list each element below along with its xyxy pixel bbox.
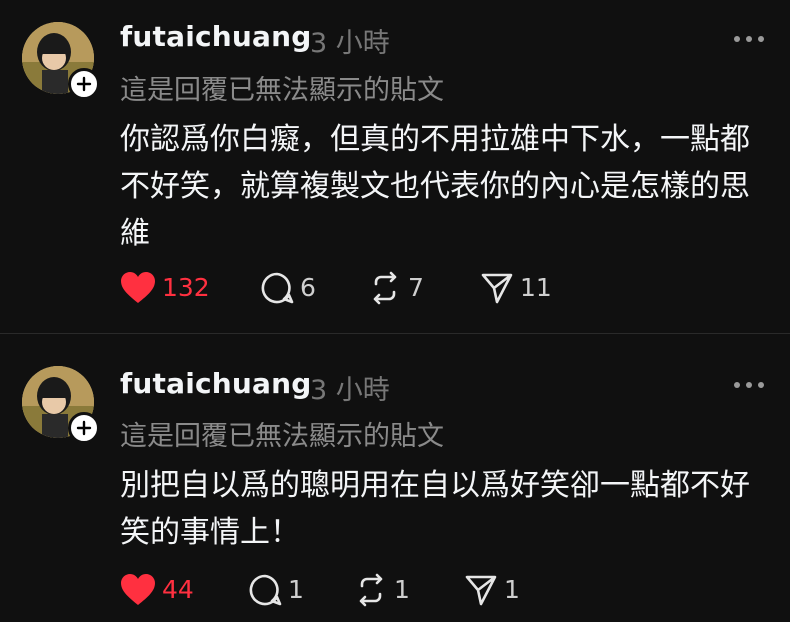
comment-icon [261,272,294,304]
more-icon-dot [734,382,740,388]
like-button[interactable]: 132 [120,268,210,308]
heart-icon [121,272,155,303]
plus-icon [76,420,92,436]
username[interactable]: futaichuang [120,20,312,53]
share-icon [465,575,497,606]
share-count: 1 [504,575,520,604]
post-text: 別把自以爲的聰明用在自以爲好笑卻一點都不好笑的事情上！ [120,468,750,550]
reply-post: futaichuang 3 小時 這是回覆已無法顯示的貼文 別把自以爲的聰明用在… [0,334,790,622]
share-count: 11 [520,273,552,302]
avatar-container[interactable] [22,22,100,100]
like-count: 132 [162,273,210,302]
share-icon [481,273,513,304]
comment-button[interactable]: 6 [260,268,316,308]
more-icon-dot [758,382,764,388]
more-button[interactable] [734,380,764,390]
repost-button[interactable]: 7 [368,268,424,308]
post-time[interactable]: 3 小時 [310,368,390,407]
share-button[interactable]: 11 [480,268,552,308]
more-icon-dot [746,382,752,388]
hidden-post-note[interactable]: 這是回覆已無法顯示的貼文 [120,414,444,453]
repost-icon [359,573,383,607]
action-bar: 132 6 7 11 [120,268,580,308]
like-count: 44 [162,575,194,604]
avatar-container[interactable] [22,366,100,444]
post-time[interactable]: 3 小時 [310,21,390,60]
repost-count: 1 [394,575,410,604]
comment-count: 6 [300,273,316,302]
like-button[interactable]: 44 [120,570,194,610]
more-icon-dot [758,36,764,42]
follow-button[interactable] [68,68,100,100]
repost-icon [373,271,397,305]
comment-icon [249,574,282,606]
action-bar: 44 1 1 1 [120,570,540,610]
more-button[interactable] [734,34,764,44]
heart-icon [121,574,155,605]
hidden-post-note[interactable]: 這是回覆已無法顯示的貼文 [120,68,444,107]
repost-button[interactable]: 1 [354,570,410,610]
repost-count: 7 [408,273,424,302]
comment-count: 1 [288,575,304,604]
post-text: 你認爲你白癡，但真的不用拉雄中下水，一點都不好笑，就算複製文也代表你的內心是怎樣… [120,122,750,251]
reply-post: futaichuang 3 小時 這是回覆已無法顯示的貼文 你認爲你白癡，但真的… [0,0,790,334]
share-button[interactable]: 1 [464,570,520,610]
more-icon-dot [746,36,752,42]
plus-icon [76,76,92,92]
follow-button[interactable] [68,412,100,444]
more-icon-dot [734,36,740,42]
comment-button[interactable]: 1 [248,570,304,610]
username[interactable]: futaichuang [120,367,312,400]
